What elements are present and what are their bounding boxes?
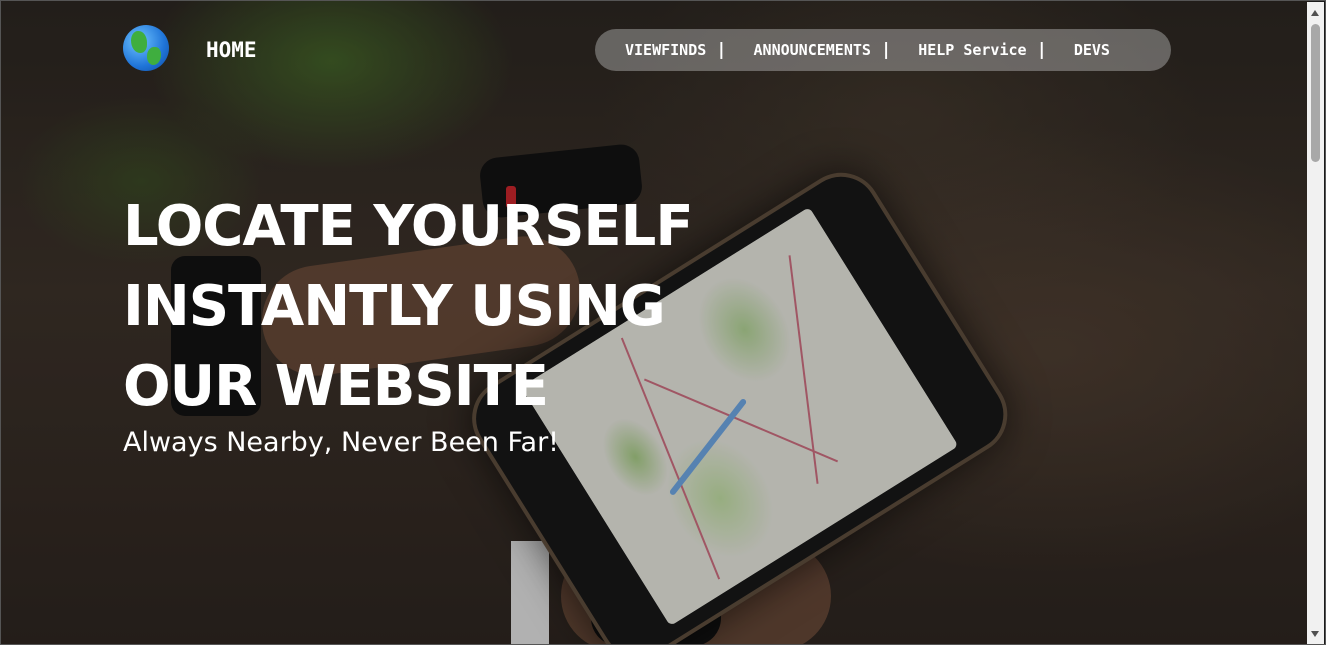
nav-help-service[interactable]: HELP Service	[918, 40, 1026, 60]
nav-devs[interactable]: DEVS	[1074, 40, 1110, 60]
browser-viewport: HOME VIEWFINDS | ANNOUNCEMENTS | HELP Se…	[0, 0, 1326, 645]
vertical-scrollbar[interactable]	[1307, 2, 1324, 644]
headline-line-1: LOCATE YOURSELF	[123, 194, 694, 259]
scroll-down-arrow-icon[interactable]	[1311, 631, 1319, 637]
nav-separator: |	[880, 40, 892, 60]
nav-viewfinds[interactable]: VIEWFINDS	[625, 40, 706, 60]
nav-separator: |	[1036, 40, 1047, 60]
hero-tagline: Always Nearby, Never Been Far!	[123, 427, 560, 458]
headline-line-2: INSTANTLY USING	[123, 274, 666, 339]
hero-headline: LOCATE YOURSELF INSTANTLY USING OUR WEBS…	[123, 187, 694, 427]
nav-separator: |	[716, 40, 727, 60]
globe-icon[interactable]	[123, 25, 169, 71]
home-link[interactable]: HOME	[206, 37, 257, 63]
nav-announcements[interactable]: ANNOUNCEMENTS	[754, 40, 871, 60]
headline-line-3: OUR WEBSITE	[123, 354, 549, 419]
scroll-up-arrow-icon[interactable]	[1311, 10, 1319, 16]
scrollbar-thumb[interactable]	[1311, 24, 1320, 162]
main-nav: VIEWFINDS | ANNOUNCEMENTS | HELP Service…	[595, 29, 1171, 71]
